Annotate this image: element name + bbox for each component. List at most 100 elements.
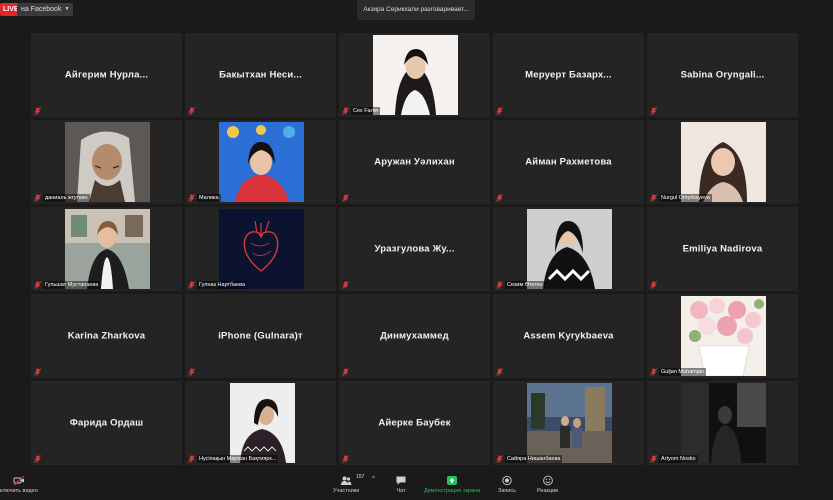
participant-tile[interactable]: Сех Fалія [339, 33, 490, 117]
muted-mic-icon [34, 107, 41, 115]
participant-tile[interactable]: Меруерт Базарх... [493, 33, 644, 117]
participant-tile[interactable]: iPhone (Gulnara)т [185, 294, 336, 378]
muted-mic-icon [496, 455, 503, 463]
muted-mic-icon [496, 368, 503, 376]
participant-video [230, 383, 295, 463]
participant-video [681, 383, 766, 463]
top-bar: LIVE на Facebook ▼ Акзира Серикхали разг… [0, 0, 833, 22]
participant-tile[interactable]: даниаль жгуткин [31, 120, 182, 204]
participant-video [65, 209, 150, 289]
muted-mic-icon [342, 107, 349, 115]
participant-caption: Малика [188, 194, 221, 202]
participant-caption: Гульшат Мустапаева [34, 281, 101, 289]
participant-tile[interactable]: Динмухаммед [339, 294, 490, 378]
participant-name: Sabina Oryngali... [680, 69, 765, 81]
participant-name: Сех Fалія [351, 107, 381, 115]
participant-name: Сайяра Нишанбаева [505, 455, 563, 463]
share-screen-label: Демонстрация экрана [424, 488, 481, 494]
participant-tile[interactable]: Assem Kyrykbaeva [493, 294, 644, 378]
reactions-button[interactable]: Реакции [537, 475, 558, 494]
participant-caption: Guljan Muhamjan [650, 368, 707, 376]
muted-mic-icon [342, 194, 349, 202]
chat-icon [396, 476, 406, 485]
chat-label: Чат [396, 488, 406, 494]
participant-video [681, 296, 766, 376]
video-off-icon [13, 475, 25, 486]
participant-caption: Nurgul Omyrbayeva [650, 194, 712, 202]
muted-mic-icon [650, 194, 657, 202]
reactions-icon [542, 475, 553, 486]
participant-name: Karina Zharkova [67, 330, 146, 342]
participant-tile[interactable]: Уразгулова Жу... [339, 207, 490, 291]
participants-icon [341, 476, 352, 485]
participant-name: Nurgul Omyrbayeva [659, 194, 712, 202]
participant-name: Emiliya Nadirova [682, 243, 763, 255]
record-icon [502, 475, 512, 486]
participant-tile[interactable]: Айерке Баубек [339, 381, 490, 465]
participant-tile[interactable]: Karina Zharkova [31, 294, 182, 378]
participant-name: Меруерт Базарх... [525, 69, 612, 81]
participant-tile[interactable]: Сайяра Нишанбаева [493, 381, 644, 465]
participant-name: Уразгулова Жу... [374, 243, 455, 255]
participant-name: Айгерим Нурла... [64, 69, 149, 81]
muted-mic-icon [342, 455, 349, 463]
participant-tile[interactable]: Artyom Nosko [647, 381, 798, 465]
participant-tile[interactable]: Бакытхан Неси... [185, 33, 336, 117]
participant-caption: Сех Fалія [342, 107, 381, 115]
participant-tile[interactable]: Нусіпақын Маржан Бақтиярк... [185, 381, 336, 465]
record-label: Запись [498, 488, 517, 494]
meeting-toolbar: ключить видео 157 Участники ^ Чат Демонс… [0, 472, 833, 500]
muted-mic-icon [650, 455, 657, 463]
participant-name: Гульшат Мустапаева [43, 281, 101, 289]
start-video-label: ключить видео [0, 488, 38, 494]
participant-name: Нусіпақын Маржан Бақтиярк... [197, 455, 279, 463]
participant-name: даниаль жгуткин [43, 194, 90, 202]
record-button[interactable]: Запись [498, 475, 516, 494]
muted-mic-icon [188, 281, 195, 289]
participant-name: Айерке Баубек [378, 417, 451, 429]
reactions-label: Реакции [537, 488, 559, 494]
muted-mic-icon [650, 107, 657, 115]
participant-tile[interactable]: Фарида Ордаш [31, 381, 182, 465]
chat-button[interactable]: Чат [395, 475, 407, 494]
participants-chevron-icon[interactable]: ^ [372, 476, 375, 482]
participant-tile[interactable]: Аружан Уәлихан [339, 120, 490, 204]
participant-name: Artyom Nosko [659, 455, 698, 463]
participant-tile[interactable]: Айман Рахметова [493, 120, 644, 204]
start-video-button[interactable]: ключить видео [0, 475, 38, 494]
participant-gallery: Айгерим Нурла... Бакытхан Неси... Сех Fа… [31, 33, 802, 469]
participants-button[interactable]: 157 Участники [333, 474, 364, 494]
participant-tile[interactable]: Sabina Oryngali... [647, 33, 798, 117]
participant-tile[interactable]: Айгерим Нурла... [31, 33, 182, 117]
participants-label: Участники [333, 488, 360, 494]
muted-mic-icon [188, 455, 195, 463]
participant-tile[interactable]: Гульшат Мустапаева [31, 207, 182, 291]
participant-tile[interactable]: Guljan Muhamjan [647, 294, 798, 378]
participant-video [65, 122, 150, 202]
participant-tile[interactable]: Малика [185, 120, 336, 204]
share-screen-button[interactable]: Демонстрация экрана [424, 475, 480, 494]
participant-video [219, 209, 304, 289]
muted-mic-icon [34, 455, 41, 463]
participant-tile[interactable]: Сезим Өтеген [493, 207, 644, 291]
share-screen-icon [447, 476, 458, 485]
muted-mic-icon [496, 194, 503, 202]
participant-caption: Сайяра Нишанбаева [496, 455, 563, 463]
participant-name: Динмухаммед [380, 330, 449, 342]
participant-caption: Artyom Nosko [650, 455, 698, 463]
participant-video [373, 35, 458, 115]
participant-caption: Сезим Өтеген [496, 281, 545, 289]
participant-name: Guljan Muhamjan [659, 368, 707, 376]
muted-mic-icon [496, 281, 503, 289]
muted-mic-icon [34, 368, 41, 376]
participant-tile[interactable]: Гулназ Нартбаева [185, 207, 336, 291]
muted-mic-icon [34, 281, 41, 289]
muted-mic-icon [650, 281, 657, 289]
facebook-stream-menu[interactable]: на Facebook ▼ [17, 3, 74, 16]
participant-tile[interactable]: Nurgul Omyrbayeva [647, 120, 798, 204]
participant-caption: Гулназ Нартбаева [188, 281, 248, 289]
participant-tile[interactable]: Emiliya Nadirova [647, 207, 798, 291]
participant-video [527, 209, 612, 289]
participant-name: Сезим Өтеген [505, 281, 545, 289]
participant-caption: Нусіпақын Маржан Бақтиярк... [188, 455, 279, 463]
